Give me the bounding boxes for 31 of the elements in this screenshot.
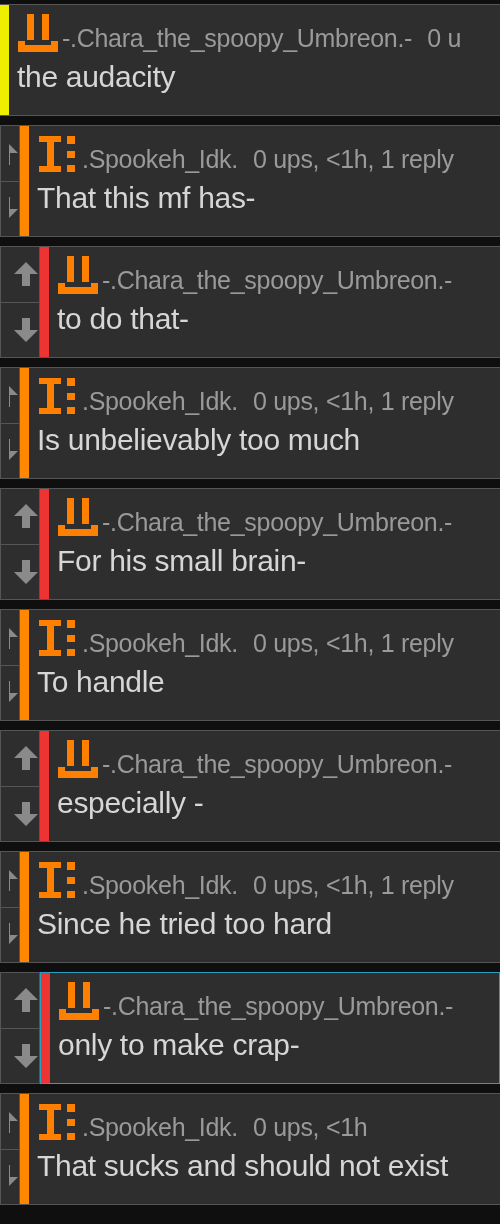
comment-meta: 0 ups, <1h, 1 reply bbox=[252, 870, 454, 900]
username[interactable]: .Spookeh_Idk. bbox=[82, 870, 238, 900]
comment-meta: 0 ups, <1h, 1 reply bbox=[252, 386, 454, 416]
username[interactable]: .Spookeh_Idk. bbox=[82, 386, 238, 416]
avatar-icon bbox=[58, 979, 100, 1021]
comment-meta: 0 ups, <1h, 1 reply bbox=[252, 144, 454, 174]
avatar-icon bbox=[57, 495, 99, 537]
comment-text: Since he tried too hard bbox=[37, 906, 333, 942]
username[interactable]: .Spookeh_Idk. bbox=[82, 144, 238, 174]
username[interactable]: -.Chara_the_spoopy_Umbreon.- bbox=[102, 507, 453, 537]
avatar-icon bbox=[17, 11, 59, 53]
comment-meta: 0 ups, <1h, 1 reply bbox=[252, 628, 454, 658]
comment-text: only to make crap- bbox=[58, 1027, 301, 1063]
avatar-icon bbox=[57, 253, 99, 295]
comment-text: To handle bbox=[37, 664, 166, 700]
avatar-icon bbox=[57, 737, 99, 779]
comment-text: For his small brain- bbox=[57, 543, 308, 579]
username[interactable]: .Spookeh_Idk. bbox=[82, 1112, 238, 1142]
username[interactable]: -.Chara_the_spoopy_Umbreon.- bbox=[102, 265, 453, 295]
comment-text: Is unbelievably too much bbox=[37, 422, 361, 458]
comment-text: to do that- bbox=[57, 301, 190, 337]
comment-text: That this mf has- bbox=[37, 180, 257, 216]
username[interactable]: -.Chara_the_spoopy_Umbreon.- bbox=[62, 23, 413, 53]
comment-meta: 0 ups, <1h bbox=[252, 1112, 368, 1142]
comment-text: especially - bbox=[57, 785, 205, 821]
username[interactable]: -.Chara_the_spoopy_Umbreon.- bbox=[103, 991, 454, 1021]
comment-text: the audacity bbox=[17, 59, 177, 95]
username[interactable]: -.Chara_the_spoopy_Umbreon.- bbox=[102, 749, 453, 779]
username[interactable]: .Spookeh_Idk. bbox=[82, 628, 238, 658]
comment-text: That sucks and should not exist bbox=[37, 1148, 448, 1184]
comment-meta: 0 u bbox=[427, 23, 461, 53]
